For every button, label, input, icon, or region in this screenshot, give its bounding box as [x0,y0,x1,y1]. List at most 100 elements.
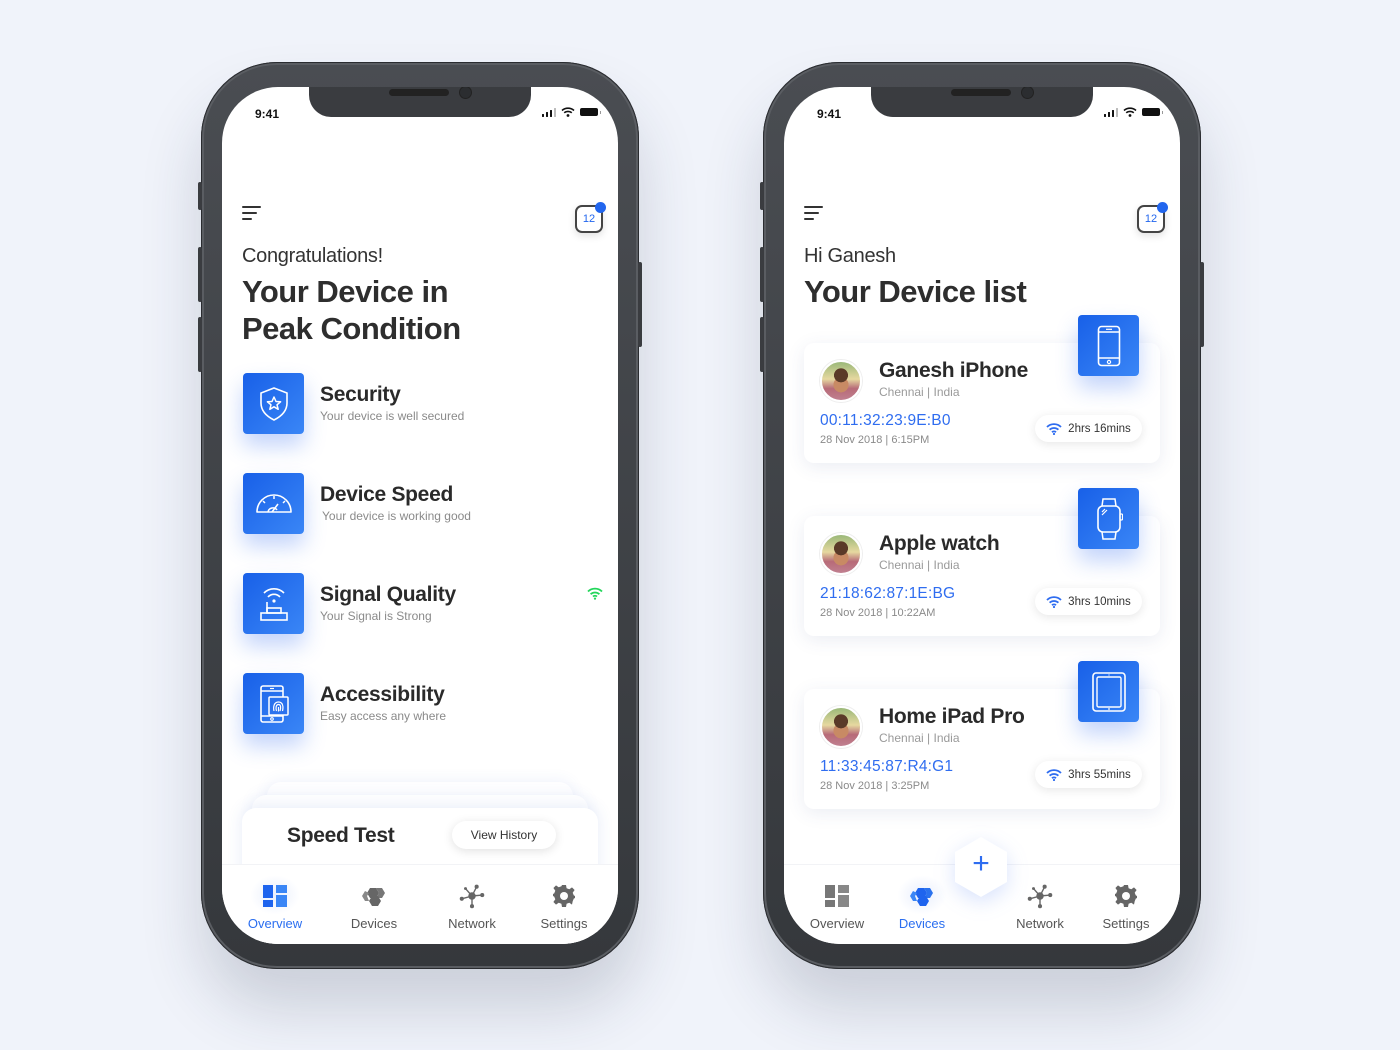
tab-overview[interactable]: Overview [792,865,882,944]
volume-up-button [760,247,764,302]
watch-icon [1096,497,1123,540]
device-date: 28 Nov 2018 | 6:15PM [820,434,930,446]
notification-button[interactable]: 12 [575,202,606,233]
device-name: Home iPad Pro [879,705,1025,728]
avatar [820,533,862,575]
mute-switch [198,182,202,210]
device-type-tile [1078,488,1139,549]
feature-device-speed[interactable]: Device Speed Your device is working good [243,473,603,535]
dashboard-icon [250,875,300,915]
tab-label: Settings [1102,916,1150,931]
device-mac: 00:11:32:23:9E:B0 [820,412,951,429]
phone-overview: 9:41 12 Congratulations! Your Device in … [198,62,642,969]
page-title-line2: Peak Condition [242,311,461,346]
overview-screen: 9:41 12 Congratulations! Your Device in … [222,87,618,944]
notch [309,87,531,117]
volume-up-button [198,247,202,302]
device-name: Apple watch [879,532,1000,555]
device-mac: 11:33:45:87:R4:G1 [820,758,954,775]
tab-settings[interactable]: Settings [519,865,609,944]
cellular-signal-icon [1103,107,1118,117]
speedometer-icon [255,493,292,513]
status-time: 9:41 [817,107,842,121]
duration-text: 3hrs 55mins [1068,768,1131,781]
tab-label: Overview [809,916,865,931]
tab-bar: Overview Devices Network Settings [222,864,618,944]
notification-button[interactable]: 12 [1137,202,1168,233]
avatar [820,706,862,748]
volume-down-button [198,317,202,372]
device-speed-tile [243,473,304,534]
feature-security[interactable]: Security Your device is well secured [243,373,603,435]
fingerprint-phone-icon [259,684,289,723]
feature-title: Device Speed [320,483,453,506]
tab-label: Settings [540,916,588,931]
gear-icon [1113,883,1139,909]
connection-duration: 3hrs 10mins [1035,588,1142,615]
dashboard-icon [824,883,850,909]
devices-hex-icon [361,883,387,909]
router-wifi-icon [259,587,288,621]
device-mac: 21:18:62:87:1E:BG [820,585,956,602]
network-icon [1027,883,1053,909]
battery-icon [1142,108,1163,116]
menu-icon[interactable] [804,206,824,224]
gear-icon [551,883,577,909]
connection-duration: 2hrs 16mins [1035,415,1142,442]
feature-subtitle: Easy access any where [320,709,447,723]
add-device-button[interactable]: + [952,835,1010,899]
network-icon [459,883,485,909]
battery-icon [580,108,601,116]
security-tile [243,373,304,434]
notification-count: 12 [1144,213,1158,225]
page-title: Your Device in Peak Condition [242,273,461,347]
wifi-icon [1123,107,1137,117]
tab-overview[interactable]: Overview [230,865,320,944]
feature-subtitle: Your Signal is Strong [320,609,432,623]
avatar [820,360,862,402]
wifi-icon [1046,768,1062,781]
tab-label: Overview [247,916,303,931]
tab-settings[interactable]: Settings [1081,865,1171,944]
tab-network[interactable]: Network [427,865,517,944]
wifi-icon [1046,422,1062,435]
device-type-tile [1078,661,1139,722]
shield-star-icon [259,386,288,421]
tab-label: Devices [350,916,398,931]
device-date: 28 Nov 2018 | 3:25PM [820,780,930,792]
devices-hex-icon [897,875,947,915]
device-location: Chennai | India [879,731,960,745]
greeting: Congratulations! [242,245,383,267]
device-type-tile [1078,315,1139,376]
tab-label: Network [448,916,496,931]
accessibility-tile [243,673,304,734]
view-history-button[interactable]: View History [452,821,556,849]
speed-test-title: Speed Test [287,824,395,847]
page-title-line1: Your Device in [242,274,449,309]
notification-dot [595,202,606,213]
feature-signal-quality[interactable]: Signal Quality Your Signal is Strong [243,573,603,635]
status-icons [1103,107,1163,117]
devices-screen: 9:41 12 Hi Ganesh Your Device list Ganes… [784,87,1180,944]
notification-dot [1157,202,1168,213]
notification-count: 12 [582,213,596,225]
plus-icon: + [972,847,990,880]
mute-switch [760,182,764,210]
connection-duration: 3hrs 55mins [1035,761,1142,788]
device-location: Chennai | India [879,385,960,399]
menu-icon[interactable] [242,206,262,224]
power-button [638,262,642,347]
tab-label: Network [1016,916,1064,931]
power-button [1200,262,1204,347]
device-date: 28 Nov 2018 | 10:22AM [820,607,936,619]
signal-quality-tile [243,573,304,634]
feature-subtitle: Your device is well secured [320,409,465,423]
feature-accessibility[interactable]: Accessibility Easy access any where [243,673,603,735]
page-title: Your Device list [804,274,1027,309]
tab-devices[interactable]: Devices [329,865,419,944]
cellular-signal-icon [541,107,556,117]
feature-title: Accessibility [320,683,445,706]
device-location: Chennai | India [879,558,960,572]
phone-devices: 9:41 12 Hi Ganesh Your Device list Ganes… [760,62,1204,969]
tab-label: Devices [898,916,946,931]
